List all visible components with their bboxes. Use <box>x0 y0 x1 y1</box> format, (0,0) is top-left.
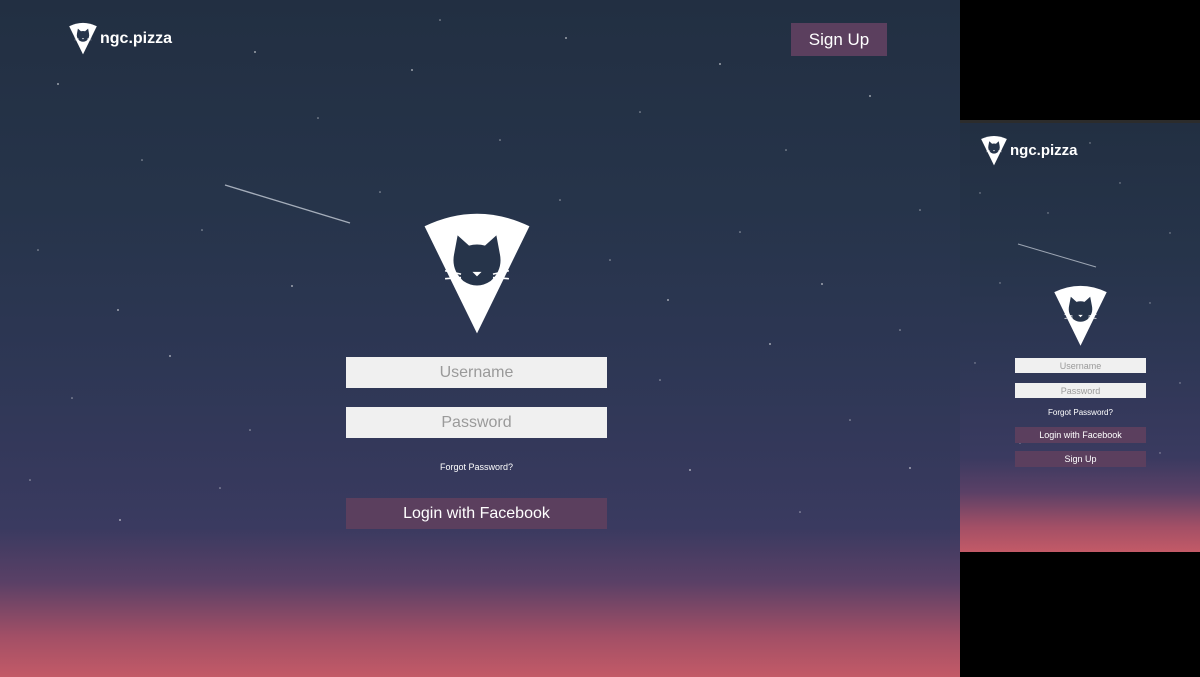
username-input[interactable] <box>346 357 607 388</box>
shooting-star-mobile <box>1017 243 1097 268</box>
star-field <box>29 19 921 521</box>
forgot-password-link-mobile[interactable]: Forgot Password? <box>1015 408 1146 417</box>
pizza-cat-mascot-icon <box>1052 283 1109 348</box>
brand[interactable]: ngc.pizza <box>68 22 172 55</box>
forgot-password-link[interactable]: Forgot Password? <box>346 462 607 472</box>
header-signup-button[interactable]: Sign Up <box>791 23 887 56</box>
shooting-star <box>224 184 351 224</box>
mobile-view: ngc.pizza Forgot Password? Login with Fa… <box>960 120 1200 552</box>
password-input[interactable] <box>346 407 607 438</box>
pizza-cat-mascot-icon <box>420 208 534 338</box>
pizza-cat-logo-icon <box>980 135 1008 166</box>
facebook-login-button-mobile[interactable]: Login with Facebook <box>1015 427 1146 443</box>
desktop-view: ngc.pizza Sign Up Forgot Password? Login… <box>0 0 960 677</box>
brand-name-mobile: ngc.pizza <box>1010 142 1078 159</box>
facebook-login-button[interactable]: Login with Facebook <box>346 498 607 529</box>
signup-button-mobile[interactable]: Sign Up <box>1015 451 1146 467</box>
brand-name: ngc.pizza <box>100 29 173 47</box>
brand-mobile[interactable]: ngc.pizza <box>980 135 1078 166</box>
password-input-mobile[interactable] <box>1015 383 1146 398</box>
username-input-mobile[interactable] <box>1015 358 1146 373</box>
pizza-cat-logo-icon <box>68 22 98 55</box>
